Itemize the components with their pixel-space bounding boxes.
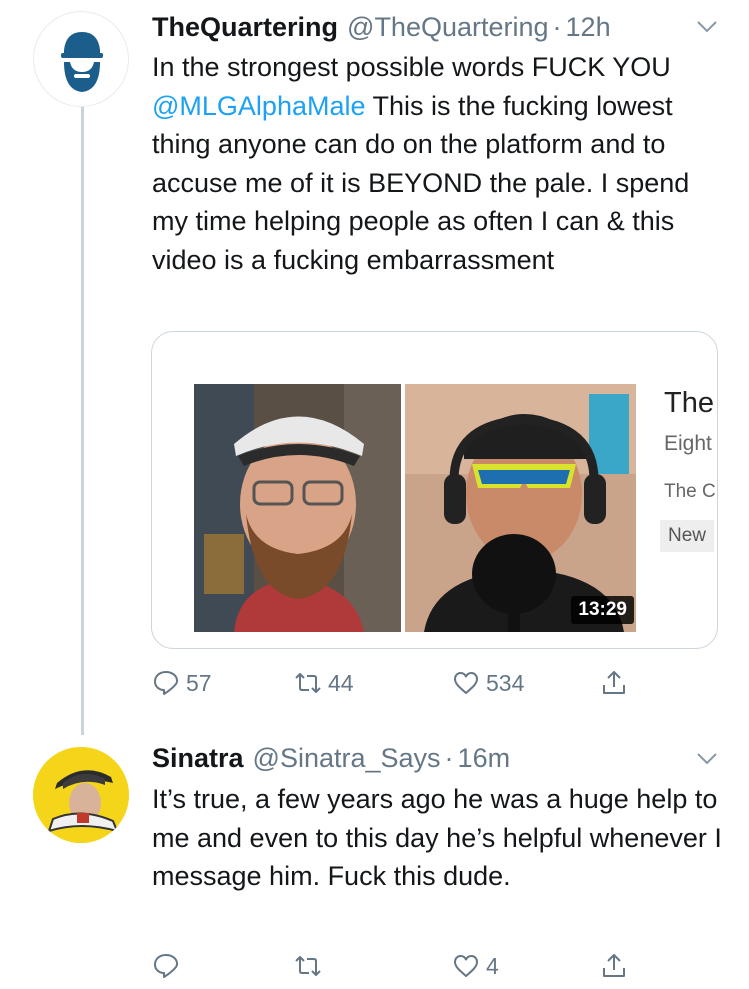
- retweet-button[interactable]: 44: [294, 663, 354, 703]
- video-thumbnail[interactable]: 13:29: [194, 384, 636, 632]
- like-count: 534: [486, 669, 525, 696]
- retweet-button[interactable]: [294, 946, 328, 986]
- author-handle[interactable]: @Sinatra_Says: [253, 741, 441, 775]
- tweet-timestamp[interactable]: 12h: [566, 10, 611, 44]
- tweet-text-start: In the strongest possible words FUCK YOU: [152, 52, 671, 82]
- new-badge: New: [660, 520, 715, 552]
- tweet-action-bar: 57 44 534: [152, 663, 652, 703]
- reply-button[interactable]: 57: [152, 663, 212, 703]
- reply-count: 57: [186, 669, 212, 696]
- separator-dot: ·: [444, 743, 454, 773]
- reply-icon: [154, 954, 179, 978]
- avatar-sinatra[interactable]: [33, 747, 129, 843]
- like-icon: [454, 672, 478, 694]
- chevron-down-icon[interactable]: [696, 20, 718, 34]
- mention-link[interactable]: @MLGAlphaMale: [152, 91, 366, 121]
- card-channel-line: Eight: [664, 432, 712, 455]
- like-count: 4: [486, 952, 499, 979]
- chevron-down-icon[interactable]: [696, 752, 718, 766]
- thread-connector-line: [81, 95, 84, 735]
- separator-dot: ·: [552, 12, 562, 42]
- share-icon: [603, 671, 625, 694]
- tweet-header: Sinatra @Sinatra_Says · 16m: [152, 741, 510, 775]
- retweet-count: 44: [328, 669, 354, 696]
- card-title[interactable]: The: [664, 387, 714, 420]
- tweet-header: TheQuartering @TheQuartering · 12h: [152, 10, 611, 44]
- share-button[interactable]: [600, 663, 628, 703]
- tweet-text: It’s true, a few years ago he was a huge…: [152, 784, 722, 891]
- author-display-name[interactable]: TheQuartering: [152, 10, 338, 44]
- video-thumbnail-image: [194, 384, 636, 632]
- reply-icon: [154, 671, 179, 695]
- sinatra-portrait-icon: [33, 747, 129, 843]
- like-icon: [454, 955, 478, 977]
- tweet-action-bar: 4: [152, 946, 652, 986]
- tweet-text: In the strongest possible words FUCK YOU…: [152, 48, 732, 279]
- retweet-icon: [295, 673, 321, 693]
- avatar-thequartering[interactable]: [33, 11, 129, 107]
- tweet-timestamp[interactable]: 16m: [458, 741, 511, 775]
- reply-button[interactable]: [152, 946, 186, 986]
- share-icon: [603, 954, 625, 977]
- video-duration-badge: 13:29: [571, 596, 634, 624]
- like-button[interactable]: 534: [452, 663, 524, 703]
- retweet-icon: [295, 956, 321, 976]
- author-display-name[interactable]: Sinatra: [152, 741, 244, 775]
- like-button[interactable]: 4: [452, 946, 499, 986]
- share-button[interactable]: [600, 946, 628, 986]
- author-handle[interactable]: @TheQuartering: [347, 10, 549, 44]
- card-description-line: The C: [664, 481, 716, 502]
- youtube-link-card[interactable]: 13:29 The Eight The C New: [151, 331, 718, 649]
- bearded-man-logo-icon: [61, 32, 103, 92]
